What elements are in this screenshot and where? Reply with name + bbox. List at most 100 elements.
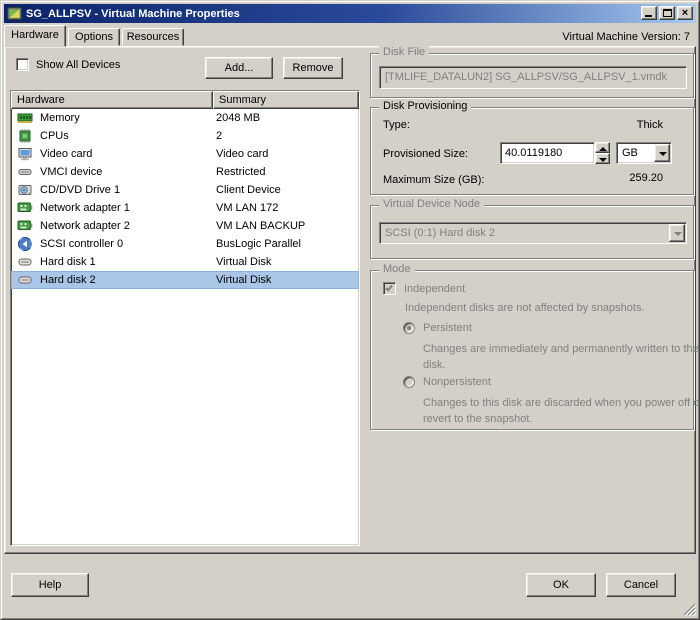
cd-dvd-drive-icon — [17, 182, 33, 198]
vm-window-icon — [7, 6, 22, 21]
table-row[interactable]: Memory 2048 MB — [11, 109, 359, 127]
hardware-name-cell: Memory — [40, 112, 80, 124]
hardware-list-header: Hardware Summary — [11, 91, 359, 109]
vm-version-label: Virtual Machine Version: 7 — [562, 31, 690, 43]
remove-button[interactable]: Remove — [283, 57, 343, 79]
hardware-name-cell: CPUs — [40, 130, 69, 142]
spin-up-button[interactable] — [595, 142, 610, 153]
radio-dot-icon — [407, 326, 411, 330]
hardware-list: Hardware Summary Memory 2048 MB CPUs 2 V… — [10, 90, 360, 546]
mode-group: Mode Independent Independent disks are n… — [370, 263, 700, 430]
independent-label: Independent — [404, 282, 466, 295]
table-row[interactable]: VMCI device Restricted — [11, 163, 359, 181]
hardware-name-cell: Network adapter 2 — [40, 220, 130, 232]
maximum-size-label: Maximum Size (GB): — [383, 174, 485, 186]
tab-strip: Hardware Options Resources Virtual Machi… — [4, 25, 696, 47]
table-row[interactable]: Video card Video card — [11, 145, 359, 163]
type-label: Type: — [383, 119, 410, 131]
hardware-name-cell: CD/DVD Drive 1 — [40, 184, 121, 196]
ok-button[interactable]: OK — [526, 573, 596, 597]
arrow-down-icon — [599, 158, 607, 162]
show-all-devices-row: Show All Devices — [16, 58, 120, 71]
persistent-row: Persistent — [403, 322, 472, 334]
persistent-radio — [403, 322, 415, 334]
persistent-label: Persistent — [423, 322, 472, 334]
virtual-device-node-dropdown: SCSI (0:1) Hard disk 2 — [379, 222, 687, 244]
scsi-controller-icon — [17, 236, 33, 252]
tab-resources[interactable]: Resources — [122, 28, 184, 46]
provisioned-size-spinner: 40.0119180 — [500, 142, 610, 164]
hardware-summary-cell: BusLogic Parallel — [216, 238, 301, 250]
chevron-down-icon — [659, 152, 667, 156]
table-row[interactable]: Network adapter 1 VM LAN 172 — [11, 199, 359, 217]
memory-icon — [17, 110, 33, 126]
column-header-summary[interactable]: Summary — [213, 91, 359, 109]
hardware-name-cell: Hard disk 1 — [40, 256, 96, 268]
hardware-summary-cell: Virtual Disk — [216, 274, 272, 286]
hardware-summary-cell: VM LAN 172 — [216, 202, 279, 214]
provisioned-size-label: Provisioned Size: — [383, 148, 468, 160]
nonpersistent-row: Nonpersistent — [403, 376, 491, 388]
tab-options-label: Options — [75, 31, 113, 43]
table-row[interactable]: CD/DVD Drive 1 Client Device — [11, 181, 359, 199]
network-adapter-icon — [17, 200, 33, 216]
table-row[interactable]: Hard disk 1 Virtual Disk — [11, 253, 359, 271]
cpu-icon — [17, 128, 33, 144]
title-bar[interactable]: SG_ALLPSV - Virtual Machine Properties × — [4, 4, 696, 23]
vmci-device-icon — [17, 164, 33, 180]
ok-button-label: OK — [553, 579, 569, 591]
hardware-summary-cell: Restricted — [216, 166, 266, 178]
hardware-summary-cell: Video card — [216, 148, 269, 160]
hardware-name-cell: SCSI controller 0 — [40, 238, 124, 250]
check-icon — [385, 283, 393, 292]
spin-down-button[interactable] — [595, 153, 610, 164]
maximize-button[interactable] — [659, 6, 675, 20]
table-row[interactable]: Hard disk 2 Virtual Disk — [11, 271, 359, 289]
help-button-label: Help — [38, 579, 62, 591]
video-card-icon — [17, 146, 33, 162]
disk-provisioning-group-label: Disk Provisioning — [379, 100, 472, 112]
hardware-summary-cell: Client Device — [216, 184, 281, 196]
type-value: Thick — [636, 119, 663, 131]
hardware-tab-page: Show All Devices Add... Remove Hardware … — [4, 46, 700, 554]
hardware-summary-cell: VM LAN BACKUP — [216, 220, 306, 232]
minimize-button[interactable] — [641, 6, 657, 20]
hardware-summary-cell: 2 — [216, 130, 223, 142]
resize-grip[interactable] — [683, 603, 697, 617]
nonpersistent-radio — [403, 376, 415, 388]
virtual-device-node-group: Virtual Device Node SCSI (0:1) Hard disk… — [370, 198, 694, 259]
show-all-devices-checkbox[interactable] — [16, 58, 29, 71]
table-row[interactable]: Network adapter 2 VM LAN BACKUP — [11, 217, 359, 235]
column-header-hardware[interactable]: Hardware — [11, 91, 213, 109]
hardware-name-cell: Video card — [40, 148, 93, 160]
close-icon: × — [681, 7, 689, 19]
disk-file-path-field: [TMLIFE_DATALUN2] SG_ALLPSV/SG_ALLPSV_1.… — [379, 66, 687, 89]
disk-file-group-label: Disk File — [379, 46, 430, 58]
tab-options[interactable]: Options — [68, 28, 120, 46]
independent-row: Independent — [383, 282, 465, 295]
arrow-up-icon — [599, 147, 607, 151]
cancel-button[interactable]: Cancel — [606, 573, 676, 597]
independent-description: Independent disks are not affected by sn… — [405, 302, 645, 314]
provisioned-size-input[interactable]: 40.0119180 — [500, 142, 595, 164]
close-button[interactable]: × — [677, 6, 693, 20]
persistent-description: Changes are immediately and permanently … — [423, 343, 699, 371]
hardware-name-cell: Network adapter 1 — [40, 202, 130, 214]
hardware-list-body: Memory 2048 MB CPUs 2 Video card Video c… — [11, 109, 359, 289]
virtual-device-node-group-label: Virtual Device Node — [379, 198, 485, 210]
maximum-size-value: 259.20 — [629, 172, 663, 184]
table-row[interactable]: CPUs 2 — [11, 127, 359, 145]
table-row[interactable]: SCSI controller 0 BusLogic Parallel — [11, 235, 359, 253]
size-unit-value: GB — [622, 147, 638, 159]
nonpersistent-label: Nonpersistent — [423, 376, 491, 388]
dropdown-arrow-button[interactable] — [654, 144, 670, 162]
tab-hardware[interactable]: Hardware — [4, 25, 66, 47]
cancel-button-label: Cancel — [623, 579, 659, 591]
size-unit-dropdown[interactable]: GB — [616, 142, 672, 164]
hardware-summary-cell: 2048 MB — [216, 112, 261, 124]
help-button[interactable]: Help — [11, 573, 89, 597]
hard-disk-icon — [17, 254, 33, 270]
remove-button-label: Remove — [292, 62, 334, 74]
add-button[interactable]: Add... — [205, 57, 273, 79]
maximize-icon — [663, 9, 672, 17]
